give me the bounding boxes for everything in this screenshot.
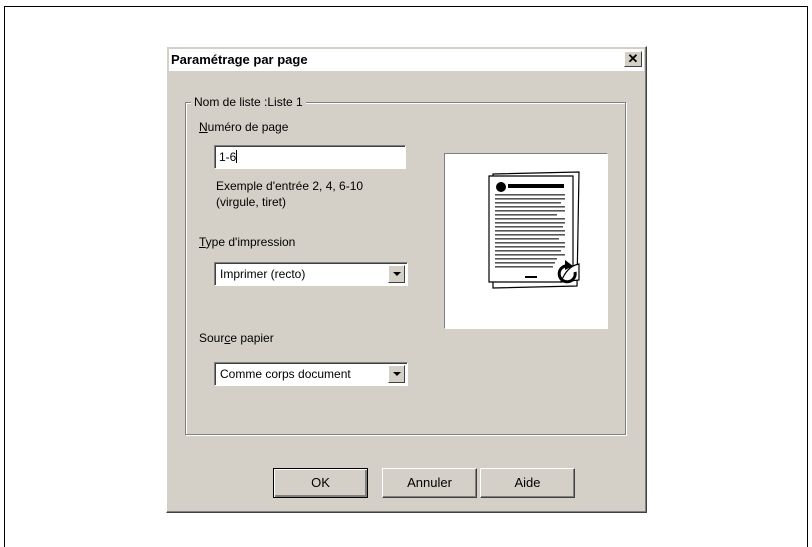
paper-source-dropdown-button[interactable]	[388, 365, 405, 383]
page-number-input[interactable]: 1-6	[214, 145, 406, 169]
print-type-label-accel: T	[199, 235, 206, 249]
per-page-settings-dialog: Paramétrage par page ✕ Nom de liste :Lis…	[166, 46, 647, 513]
title-bar[interactable]: Paramétrage par page ✕	[169, 49, 644, 71]
print-type-label: Type d'impression	[199, 235, 295, 249]
canvas-frame-top	[4, 6, 808, 7]
print-preview-pane	[444, 153, 608, 329]
paper-source-select[interactable]: Comme corps document	[214, 362, 408, 386]
page-number-label-rest: uméro de page	[207, 120, 289, 134]
page-number-hint-line2: (virgule, tiret)	[216, 195, 287, 209]
page-number-hint-line1: Exemple d'entrée 2, 4, 6-10	[216, 179, 364, 193]
close-icon[interactable]: ✕	[624, 51, 642, 67]
print-type-selected: Imprimer (recto)	[220, 267, 306, 281]
dialog-title: Paramétrage par page	[171, 52, 308, 67]
paper-source-selected: Comme corps document	[220, 367, 351, 381]
ok-button[interactable]: OK	[273, 468, 368, 498]
print-type-label-rest: ype d'impression	[205, 235, 296, 249]
group-legend: Nom de liste :Liste 1	[191, 95, 306, 109]
paper-source-label-post: e papier	[230, 331, 274, 345]
canvas-frame-left	[4, 6, 5, 547]
paper-source-label-pre: Sour	[199, 331, 225, 345]
help-button[interactable]: Aide	[480, 468, 575, 498]
text-caret	[236, 150, 238, 163]
page-number-label: Numéro de page	[199, 120, 288, 134]
print-type-dropdown-button[interactable]	[388, 265, 405, 283]
print-type-select[interactable]: Imprimer (recto)	[214, 262, 408, 286]
page-number-value: 1-6	[219, 150, 237, 164]
paper-source-label: Source papier	[199, 331, 274, 345]
page-number-label-accel: N	[199, 120, 208, 134]
chevron-down-icon	[393, 372, 401, 376]
simplex-page-preview-icon	[488, 171, 580, 289]
cancel-button[interactable]: Annuler	[382, 468, 477, 498]
canvas-frame-right	[807, 6, 808, 547]
chevron-down-icon	[393, 272, 401, 276]
